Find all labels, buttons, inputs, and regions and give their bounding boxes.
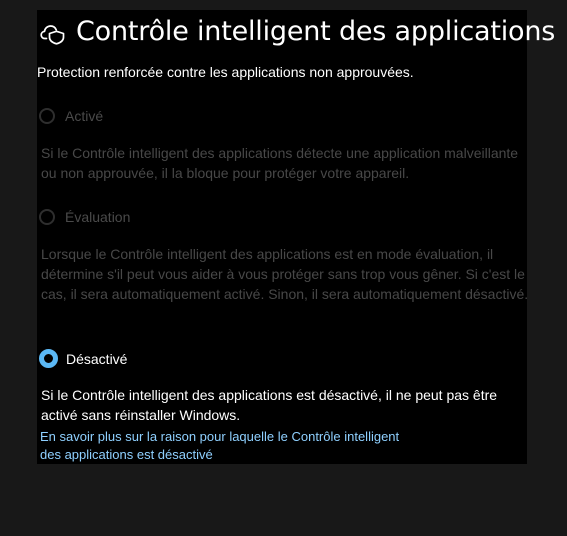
option-enabled-description: Si le Contrôle intelligent des applicati…: [41, 145, 519, 181]
page-header: Contrôle intelligent des applications: [40, 16, 555, 47]
learn-more-link[interactable]: En savoir plus sur la raison pour laquel…: [40, 428, 400, 464]
radio-disabled[interactable]: [39, 349, 58, 368]
app-control-panel: Contrôle intelligent des applications Pr…: [37, 10, 555, 464]
radio-evaluation: [39, 209, 55, 225]
cloud-shield-icon: [40, 19, 66, 45]
option-disabled-description: Si le Contrôle intelligent des applicati…: [41, 387, 498, 423]
option-disabled[interactable]: Désactivé: [39, 349, 127, 368]
page-title: Contrôle intelligent des applications: [76, 16, 556, 47]
radio-enabled: [39, 108, 55, 124]
option-enabled: Activé: [39, 108, 103, 124]
option-evaluation-label: Évaluation: [65, 209, 131, 225]
page-subtitle: Protection renforcée contre les applicat…: [37, 64, 414, 80]
option-disabled-label: Désactivé: [66, 350, 128, 367]
option-enabled-label: Activé: [65, 108, 104, 124]
option-evaluation: Évaluation: [39, 209, 130, 225]
option-evaluation-description: Lorsque le Contrôle intelligent des appl…: [41, 246, 529, 302]
